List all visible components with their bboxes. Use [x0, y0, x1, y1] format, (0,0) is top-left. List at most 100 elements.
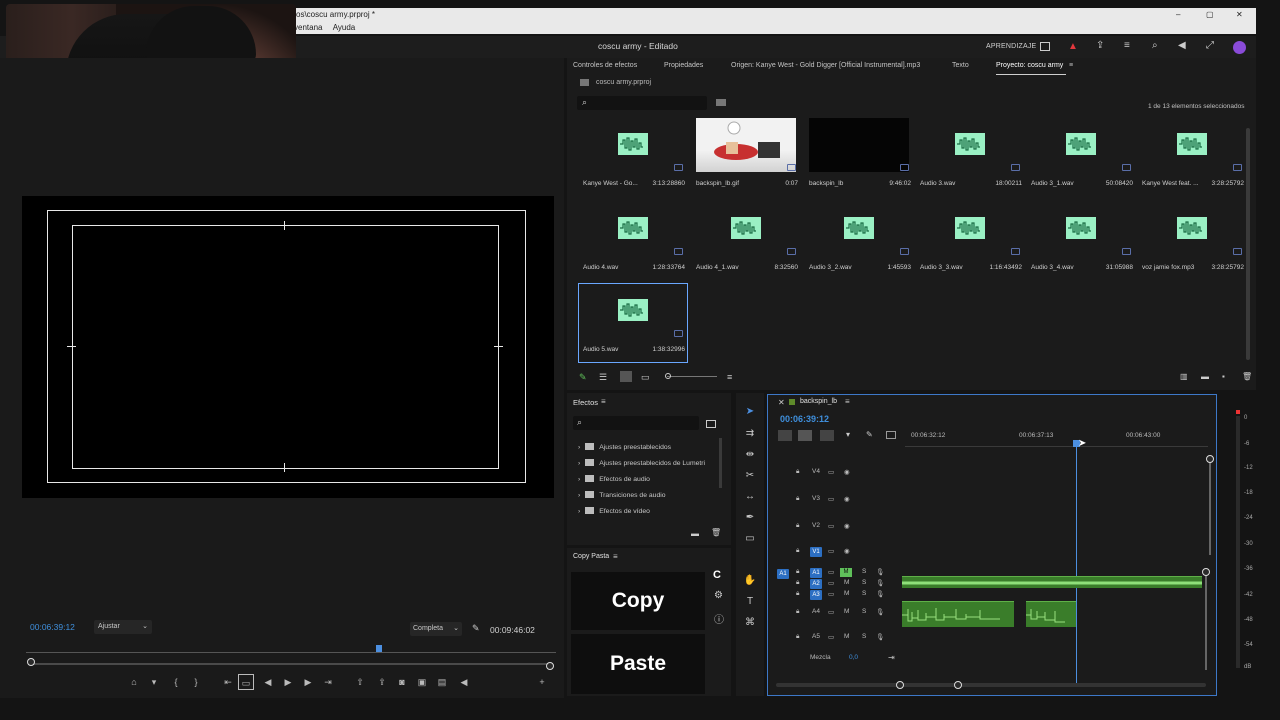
- hand-tool-icon[interactable]: ✋: [742, 573, 758, 589]
- audio-clip-a4[interactable]: [902, 601, 1014, 627]
- project-item[interactable]: backspin_lb.gif 0:07: [692, 118, 800, 196]
- program-playhead[interactable]: [376, 645, 382, 652]
- linked-selection-icon[interactable]: [820, 430, 834, 441]
- close-icon[interactable]: ✕: [1236, 8, 1243, 22]
- program-timecode[interactable]: 00:06:39:12: [30, 622, 75, 632]
- timeline-vscroll-upper[interactable]: [1209, 459, 1211, 555]
- mark-out-icon[interactable]: }: [188, 674, 204, 690]
- camera-icon[interactable]: ◙: [394, 674, 410, 690]
- project-item[interactable]: Audio 4.wav 1:28:33764: [579, 202, 687, 280]
- share-icon[interactable]: ⇪: [1096, 40, 1104, 51]
- new-folder-icon[interactable]: ▬: [1201, 372, 1209, 381]
- effects-folder[interactable]: › Ajustes preestablecidos: [578, 443, 671, 451]
- search-icon[interactable]: ⌕: [1152, 40, 1158, 51]
- zoom-handle-left[interactable]: [27, 658, 35, 666]
- project-item[interactable]: Audio 3_4.wav 31:05988: [1027, 202, 1135, 280]
- audio-icon[interactable]: ◀: [456, 674, 472, 690]
- lock-icon[interactable]: 🔒︎: [796, 633, 799, 641]
- effects-search-input[interactable]: ⌕: [573, 416, 699, 430]
- zoom-slider-handle[interactable]: [665, 373, 671, 379]
- close-sequence-icon[interactable]: ✕: [778, 398, 785, 407]
- multicam-icon[interactable]: ▤: [434, 674, 450, 690]
- copy-pasta-menu-icon[interactable]: ≡: [613, 552, 618, 561]
- sync-icon[interactable]: ▭: [828, 590, 834, 598]
- paste-button[interactable]: Paste: [571, 634, 705, 694]
- compare-icon[interactable]: ▣: [414, 674, 430, 690]
- mic-icon[interactable]: 🎙︎: [876, 608, 884, 616]
- speaker-icon[interactable]: ◀: [1178, 40, 1186, 51]
- lock-icon[interactable]: 🔒︎: [796, 522, 799, 530]
- workspace-icon[interactable]: [1040, 42, 1050, 51]
- learn-tab[interactable]: APRENDIZAJE: [986, 43, 1036, 50]
- hscroll-handle-left[interactable]: [896, 681, 904, 689]
- eye-icon[interactable]: ◉: [844, 547, 850, 555]
- lock-icon[interactable]: 🔒︎: [796, 495, 799, 503]
- icon-view-icon[interactable]: [620, 371, 632, 382]
- new-item-icon[interactable]: ▪: [1222, 372, 1225, 381]
- effects-folder[interactable]: › Ajustes preestablecidos de Lumetri: [578, 459, 705, 467]
- sync-icon[interactable]: ▭: [828, 522, 834, 530]
- copy-pasta-logo-icon[interactable]: C: [713, 569, 721, 581]
- effects-menu-icon[interactable]: ≡: [601, 397, 606, 406]
- sync-icon[interactable]: ▭: [828, 633, 834, 641]
- mic-icon[interactable]: 🎙︎: [876, 633, 884, 641]
- zoom-slider[interactable]: [667, 376, 717, 377]
- solo-button[interactable]: S: [862, 633, 866, 640]
- mute-button[interactable]: M: [844, 633, 849, 640]
- mark-in-icon[interactable]: {: [168, 674, 184, 690]
- lock-icon[interactable]: 🔒︎: [796, 547, 799, 555]
- eye-icon[interactable]: ◉: [844, 495, 850, 503]
- delete-icon[interactable]: 🗑: [711, 528, 721, 537]
- project-item[interactable]: Audio 3_1.wav 50:08420: [1027, 118, 1135, 196]
- new-bin-icon[interactable]: [716, 99, 726, 106]
- project-item[interactable]: Audio 3_3.wav 1:16:43492: [916, 202, 1024, 280]
- info-icon[interactable]: ⓘ: [714, 611, 724, 626]
- lock-icon[interactable]: 🔒︎: [796, 468, 799, 476]
- sort-icon[interactable]: ≡: [727, 372, 732, 382]
- automate-icon[interactable]: ▥: [1180, 372, 1188, 381]
- project-item[interactable]: voz jamie fox.mp3 3:28:25792: [1138, 202, 1246, 280]
- trash-icon[interactable]: 🗑: [1242, 372, 1252, 381]
- track-label[interactable]: A2: [810, 579, 822, 589]
- extract-icon[interactable]: ⇪: [374, 674, 390, 690]
- fullscreen-icon[interactable]: ⤢: [1206, 40, 1214, 51]
- accelerated-icon[interactable]: [706, 420, 716, 428]
- avatar[interactable]: [1233, 41, 1246, 54]
- rectangle-tool-icon[interactable]: ▭: [742, 531, 758, 547]
- menu-icon[interactable]: ≡: [1124, 40, 1130, 51]
- safe-margins-icon[interactable]: ▭: [238, 674, 254, 690]
- solo-button[interactable]: S: [862, 590, 866, 597]
- mute-button[interactable]: M: [844, 579, 849, 586]
- sync-icon[interactable]: ▭: [828, 579, 834, 587]
- project-item[interactable]: Kanye West feat. ... 3:28:25792: [1138, 118, 1246, 196]
- program-zoom-scrollbar[interactable]: [32, 663, 550, 665]
- mute-button[interactable]: M: [844, 608, 849, 615]
- lock-icon[interactable]: 🔒︎: [796, 608, 799, 616]
- settings-icon[interactable]: ⚙: [714, 590, 723, 601]
- tab-properties[interactable]: Propiedades: [664, 62, 703, 69]
- project-item[interactable]: Audio 4_1.wav 8:32560: [692, 202, 800, 280]
- timeline-timecode[interactable]: 00:06:39:12: [780, 414, 829, 424]
- eye-icon[interactable]: ◉: [844, 522, 850, 530]
- mic-icon[interactable]: 🎙︎: [876, 568, 884, 576]
- maximize-icon[interactable]: ▢: [1206, 8, 1214, 22]
- quality-dropdown[interactable]: Completa ⌄: [410, 622, 462, 636]
- play-icon[interactable]: ▶: [280, 674, 296, 690]
- add-marker-icon[interactable]: ▾: [846, 430, 850, 439]
- mute-button[interactable]: M: [844, 590, 849, 597]
- solo-button[interactable]: S: [862, 579, 866, 586]
- lock-icon[interactable]: 🔒︎: [796, 568, 799, 576]
- project-item-selected[interactable]: Audio 5.wav 1:38:32996: [578, 283, 688, 363]
- sync-icon[interactable]: ▭: [828, 495, 834, 503]
- effects-title[interactable]: Efectos: [573, 398, 598, 407]
- solo-button[interactable]: S: [862, 568, 866, 575]
- timeline-ruler[interactable]: [905, 441, 1208, 447]
- razor-tool-icon[interactable]: ✂: [742, 468, 758, 484]
- slip-tool-icon[interactable]: ↔: [742, 489, 758, 505]
- project-item[interactable]: Kanye West - Go... 3:13:28860: [579, 118, 687, 196]
- nest-icon[interactable]: [778, 430, 792, 441]
- hscroll-handle-right[interactable]: [954, 681, 962, 689]
- tab-text[interactable]: Texto: [952, 62, 969, 69]
- lift-icon[interactable]: ⇧: [352, 674, 368, 690]
- sequence-tab[interactable]: backspin_lb: [800, 398, 837, 405]
